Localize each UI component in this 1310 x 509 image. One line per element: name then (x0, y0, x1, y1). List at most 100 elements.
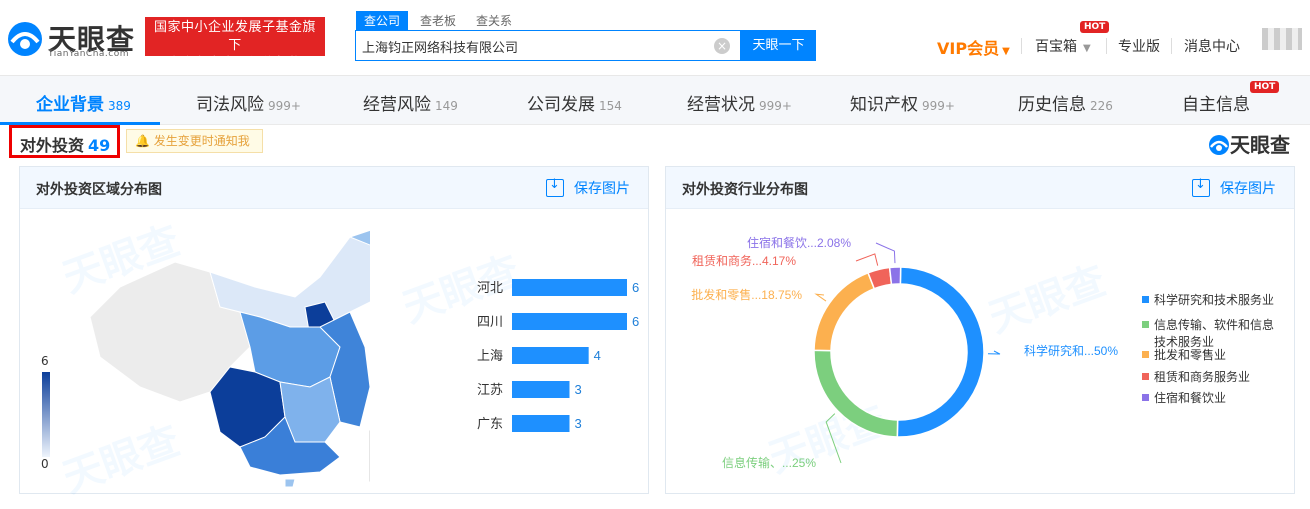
eye-logo-icon (1209, 135, 1229, 155)
legend-label: 住宿和餐饮业 (1154, 390, 1226, 405)
divider (1106, 38, 1107, 54)
bar (512, 347, 589, 364)
save-label: 保存图片 (574, 181, 630, 197)
tab-operating-risk[interactable]: 经营风险 149 (363, 90, 458, 115)
notify-label: 发生变更时通知我 (153, 134, 250, 148)
tab-label: 企业背景 (36, 95, 104, 115)
tab-label: 公司发展 (527, 95, 595, 115)
badge-line-2: 官方备案企业征信机构 (167, 56, 303, 71)
tab-count: 999+ (268, 99, 301, 113)
legend-swatch (1142, 394, 1149, 401)
pro-version-link[interactable]: 专业版 (1118, 36, 1160, 56)
industry-donut-chart: 科学研究和...50% 信息传输、...25% 批发和零售...18.75% 租赁和商… (691, 235, 1274, 470)
search-input[interactable]: 上海钧正网络科技有限公司 × (355, 30, 741, 61)
save-image-button[interactable]: 保存图片 (546, 177, 630, 198)
search-tab-relation[interactable]: 查关系 (468, 11, 520, 30)
map-region-hainan[interactable] (284, 478, 296, 487)
bar-value-label: 6 (632, 314, 639, 329)
region-bar-chart: 河北 6 四川 6 上海 4 江苏 3 广东 3 (477, 279, 639, 432)
brand-text: 天眼查 (1230, 133, 1290, 157)
donut-leader-line (987, 350, 1001, 355)
logo[interactable]: 天眼查 TianYanCha.com (6, 14, 136, 62)
card-title: 对外投资区域分布图 (36, 182, 162, 198)
section-title-box: 对外投资 49 (9, 125, 120, 158)
donut-data-label: 批发和零售...18.75% (691, 287, 802, 302)
legend-label: 批发和零售业 (1154, 347, 1226, 362)
bar-value-label: 3 (575, 382, 582, 397)
search-tab-boss[interactable]: 查老板 (412, 11, 464, 30)
donut-leader-line (875, 242, 896, 264)
legend-swatch (1142, 373, 1149, 380)
eye-logo-icon (8, 22, 42, 56)
bar (512, 381, 570, 398)
notify-button[interactable]: 🔔 发生变更时通知我 (126, 129, 263, 153)
legend-label: 租赁和商务服务业 (1154, 369, 1250, 384)
save-image-button[interactable]: 保存图片 (1192, 177, 1276, 198)
industry-distribution-card: 对外投资行业分布图 保存图片 天眼查 天眼查 科学研究和...50%信息传输、.… (665, 166, 1295, 494)
donut-data-label: 租赁和商务...4.17% (692, 253, 796, 268)
region-distribution-card: 对外投资区域分布图 保存图片 天眼查 天眼查 天眼查 6 0 河北6四川6上海4… (19, 166, 649, 502)
tab-judicial-risk[interactable]: 司法风险 999+ (196, 90, 301, 115)
tab-count: 999+ (759, 99, 792, 113)
tab-enterprise-background[interactable]: 企业背景 389 (36, 90, 131, 115)
donut-data-label: 科学研究和...50% (1024, 343, 1118, 358)
bar-category-label: 广东 (477, 416, 503, 431)
bar-value-label: 6 (632, 280, 639, 295)
china-map[interactable] (80, 217, 370, 487)
search-input-value[interactable]: 上海钧正网络科技有限公司 (362, 37, 518, 56)
bar (512, 313, 627, 330)
donut-leader-line (855, 253, 879, 266)
card-header: 对外投资行业分布图 保存图片 (666, 167, 1294, 209)
card-title: 对外投资行业分布图 (682, 182, 808, 198)
tab-label: 自主信息 (1182, 95, 1250, 115)
donut-data-label: 信息传输、...25% (722, 455, 816, 470)
legend-swatch (1142, 296, 1149, 303)
section-title: 对外投资 49 (20, 132, 110, 156)
bar-category-label: 四川 (477, 314, 503, 329)
download-icon (1192, 177, 1210, 197)
message-center-link[interactable]: 消息中心 (1184, 36, 1240, 56)
tab-operating-status[interactable]: 经营状况 999+ (687, 90, 792, 115)
donut-slice (813, 271, 876, 352)
donut-slice (896, 266, 985, 438)
tab-label: 历史信息 (1018, 95, 1086, 115)
bar (512, 415, 570, 432)
bar (512, 279, 627, 296)
donut-data-label: 住宿和餐饮...2.08% (747, 235, 851, 250)
tab-label: 经营状况 (687, 95, 755, 115)
tab-self-info[interactable]: 自主信息 (1182, 90, 1250, 115)
tab-label: 司法风险 (196, 95, 264, 115)
legend-gradient (42, 372, 50, 457)
search-button[interactable]: 天眼一下 (741, 30, 816, 61)
bar-value-label: 3 (575, 416, 582, 431)
baibaoxiang-menu[interactable]: 百宝箱 ▼ (1035, 36, 1091, 56)
divider (1171, 38, 1172, 54)
tab-company-development[interactable]: 公司发展 154 (527, 90, 622, 115)
hot-badge: HOT (1080, 21, 1110, 33)
legend-min: 0 (41, 457, 49, 471)
tab-label: 经营风险 (363, 95, 431, 115)
section-title-label: 对外投资 (20, 136, 85, 155)
legend-swatch (1142, 351, 1149, 358)
search-tab-company[interactable]: 查公司 (356, 11, 409, 30)
tab-count: 999+ (922, 99, 955, 113)
chevron-down-icon: ▼ (1083, 43, 1091, 54)
vip-member-link[interactable]: VIP会员 ▼ (937, 35, 1010, 59)
legend-label: 信息传输、软件和信息 (1154, 317, 1274, 332)
tab-intellectual-property[interactable]: 知识产权 999+ (850, 90, 955, 115)
avatar[interactable] (1262, 28, 1302, 50)
donut-leader-line (825, 413, 842, 464)
tab-count: 154 (599, 99, 622, 113)
legend-swatch (1142, 321, 1149, 328)
top-header: 天眼查 TianYanCha.com 国家中小企业发展子基金旗下 官方备案企业征… (0, 0, 1310, 76)
tab-count: 149 (435, 99, 458, 113)
legend-label: 技术服务业 (1154, 334, 1214, 349)
tab-history[interactable]: 历史信息 226 (1018, 90, 1113, 115)
tab-count: 226 (1090, 99, 1113, 113)
bar-category-label: 上海 (477, 348, 503, 363)
hot-badge: HOT (1250, 81, 1280, 93)
logo-subtitle: TianYanCha.com (48, 49, 130, 59)
main-nav: 企业背景 389 司法风险 999+ 经营风险 149 公司发展 154 经营状况 999… (0, 76, 1310, 125)
bar-value-label: 4 (594, 348, 601, 363)
clear-icon[interactable]: × (714, 38, 730, 54)
